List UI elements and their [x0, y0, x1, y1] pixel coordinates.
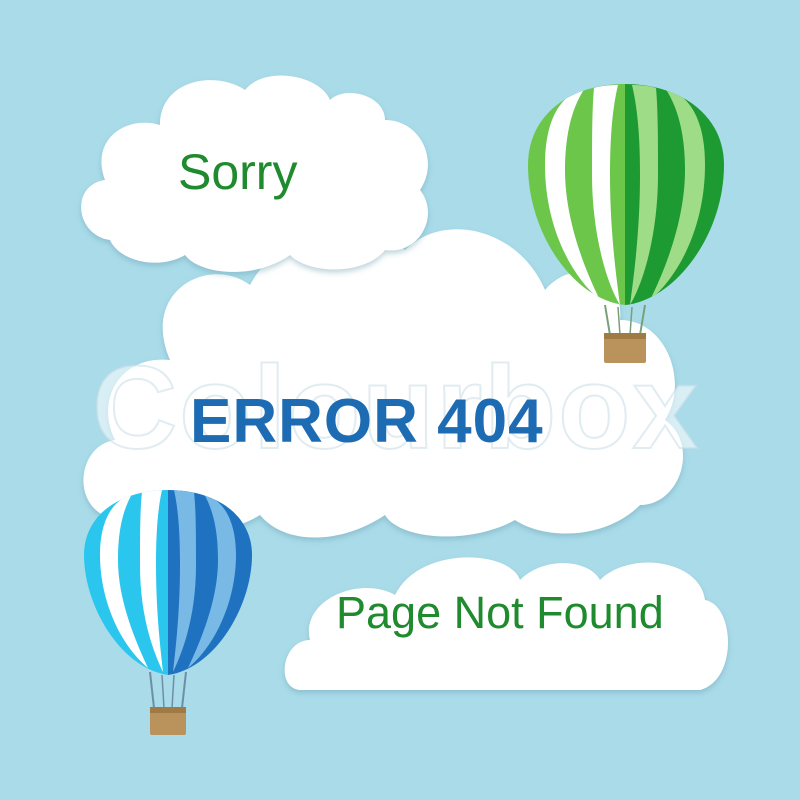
page-not-found-text: Page Not Found	[336, 587, 664, 638]
error-page: Colourbox Sorry ERROR 404 Page Not Found	[0, 0, 800, 800]
blue-hot-air-balloon-icon	[84, 490, 252, 735]
error-heading: ERROR 404	[190, 387, 544, 456]
sorry-text: Sorry	[178, 144, 298, 200]
